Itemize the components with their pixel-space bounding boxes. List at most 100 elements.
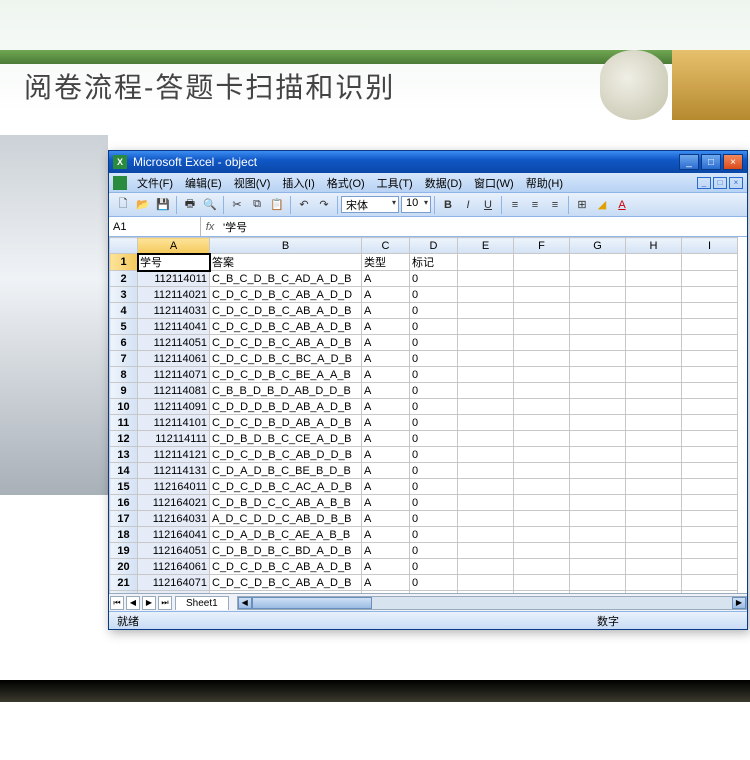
cell[interactable] [570,415,626,431]
cell[interactable] [570,495,626,511]
row-header[interactable]: 19 [110,543,138,559]
cell[interactable] [458,527,514,543]
cell[interactable]: 0 [410,527,458,543]
cell[interactable] [682,431,738,447]
column-header-A[interactable]: A [138,238,210,254]
cell[interactable]: 0 [410,287,458,303]
cell[interactable] [570,319,626,335]
row-header[interactable]: 14 [110,463,138,479]
cell[interactable]: C_D_C_D_B_C_AB_D_D_B [210,447,362,463]
cell[interactable]: A_D_C_D_D_C_AB_D_B_B [210,511,362,527]
row-header[interactable]: 15 [110,479,138,495]
menu-format[interactable]: 格式(O) [321,173,371,193]
cell[interactable]: A [362,383,410,399]
cell[interactable] [570,559,626,575]
cell[interactable]: C_B_C_D_B_C_AD_A_D_B [210,271,362,287]
row-header[interactable]: 8 [110,367,138,383]
cell[interactable]: 112114051 [138,335,210,351]
cell[interactable]: A [362,511,410,527]
cell[interactable] [682,575,738,591]
menu-data[interactable]: 数据(D) [419,173,468,193]
cell[interactable] [626,351,682,367]
cell[interactable]: 112114011 [138,271,210,287]
cell[interactable] [682,367,738,383]
bold-icon[interactable]: B [439,196,457,214]
cell[interactable] [458,335,514,351]
row-header[interactable]: 17 [110,511,138,527]
open-icon[interactable]: 📂 [134,196,152,214]
row-header[interactable]: 12 [110,431,138,447]
cell[interactable]: 0 [410,543,458,559]
cell[interactable] [570,271,626,287]
minimize-button[interactable]: _ [679,154,699,170]
cell[interactable] [570,383,626,399]
row-header[interactable]: 16 [110,495,138,511]
menu-edit[interactable]: 编辑(E) [179,173,228,193]
cell[interactable] [458,351,514,367]
row-header[interactable]: 5 [110,319,138,335]
cell[interactable] [682,527,738,543]
cell[interactable]: A [362,431,410,447]
cell[interactable]: 112164071 [138,575,210,591]
cell[interactable] [514,351,570,367]
cell[interactable]: C_D_A_D_B_C_BE_D_D_B [210,591,362,594]
cell[interactable]: C_D_A_D_B_C_AE_A_B_B [210,527,362,543]
cell[interactable] [570,447,626,463]
cell[interactable] [514,511,570,527]
cell[interactable] [682,287,738,303]
cell[interactable]: C_D_B_D_B_C_CE_A_D_B [210,431,362,447]
sheet-tab[interactable]: Sheet1 [175,596,229,610]
row-header[interactable]: 3 [110,287,138,303]
cell[interactable]: 112114041 [138,319,210,335]
undo-icon[interactable]: ↶ [295,196,313,214]
row-header[interactable]: 1 [110,254,138,271]
doc-minimize-button[interactable]: _ [697,177,711,189]
cell[interactable]: C_D_C_D_B_C_BC_A_D_B [210,351,362,367]
cell[interactable]: 112164051 [138,543,210,559]
cell[interactable]: 0 [410,511,458,527]
cell[interactable] [570,575,626,591]
save-icon[interactable]: 💾 [154,196,172,214]
cell[interactable] [514,591,570,594]
cell[interactable] [570,367,626,383]
row-header[interactable]: 13 [110,447,138,463]
cell[interactable] [682,335,738,351]
preview-icon[interactable]: 🔍 [201,196,219,214]
cell[interactable]: 0 [410,351,458,367]
cell[interactable]: 0 [410,367,458,383]
cell[interactable] [626,367,682,383]
row-header[interactable]: 11 [110,415,138,431]
cell[interactable]: 0 [410,399,458,415]
cell[interactable]: 112114091 [138,399,210,415]
cell[interactable]: A [362,335,410,351]
cell[interactable] [514,271,570,287]
cell[interactable]: 0 [410,335,458,351]
cell[interactable]: 112114101 [138,415,210,431]
cell[interactable] [626,399,682,415]
cell[interactable] [458,415,514,431]
cell[interactable] [514,415,570,431]
cell[interactable]: A [362,591,410,594]
cell[interactable] [514,303,570,319]
cell[interactable] [682,303,738,319]
column-header-F[interactable]: F [514,238,570,254]
row-header[interactable]: 9 [110,383,138,399]
cell[interactable]: A [362,559,410,575]
cell[interactable]: C_D_A_D_B_C_BE_B_D_B [210,463,362,479]
cell[interactable] [458,287,514,303]
cell[interactable] [458,543,514,559]
row-header[interactable]: 10 [110,399,138,415]
align-right-icon[interactable]: ≡ [546,196,564,214]
scroll-right-arrow[interactable]: ▶ [732,597,746,609]
cell[interactable] [682,254,738,271]
cell[interactable] [458,399,514,415]
cell[interactable] [682,415,738,431]
cell[interactable]: A [362,415,410,431]
cell[interactable] [458,254,514,271]
cell[interactable] [682,399,738,415]
cell[interactable]: A [362,463,410,479]
cell[interactable]: 112164021 [138,495,210,511]
cell[interactable] [626,463,682,479]
cell[interactable] [626,495,682,511]
cell[interactable]: 0 [410,495,458,511]
